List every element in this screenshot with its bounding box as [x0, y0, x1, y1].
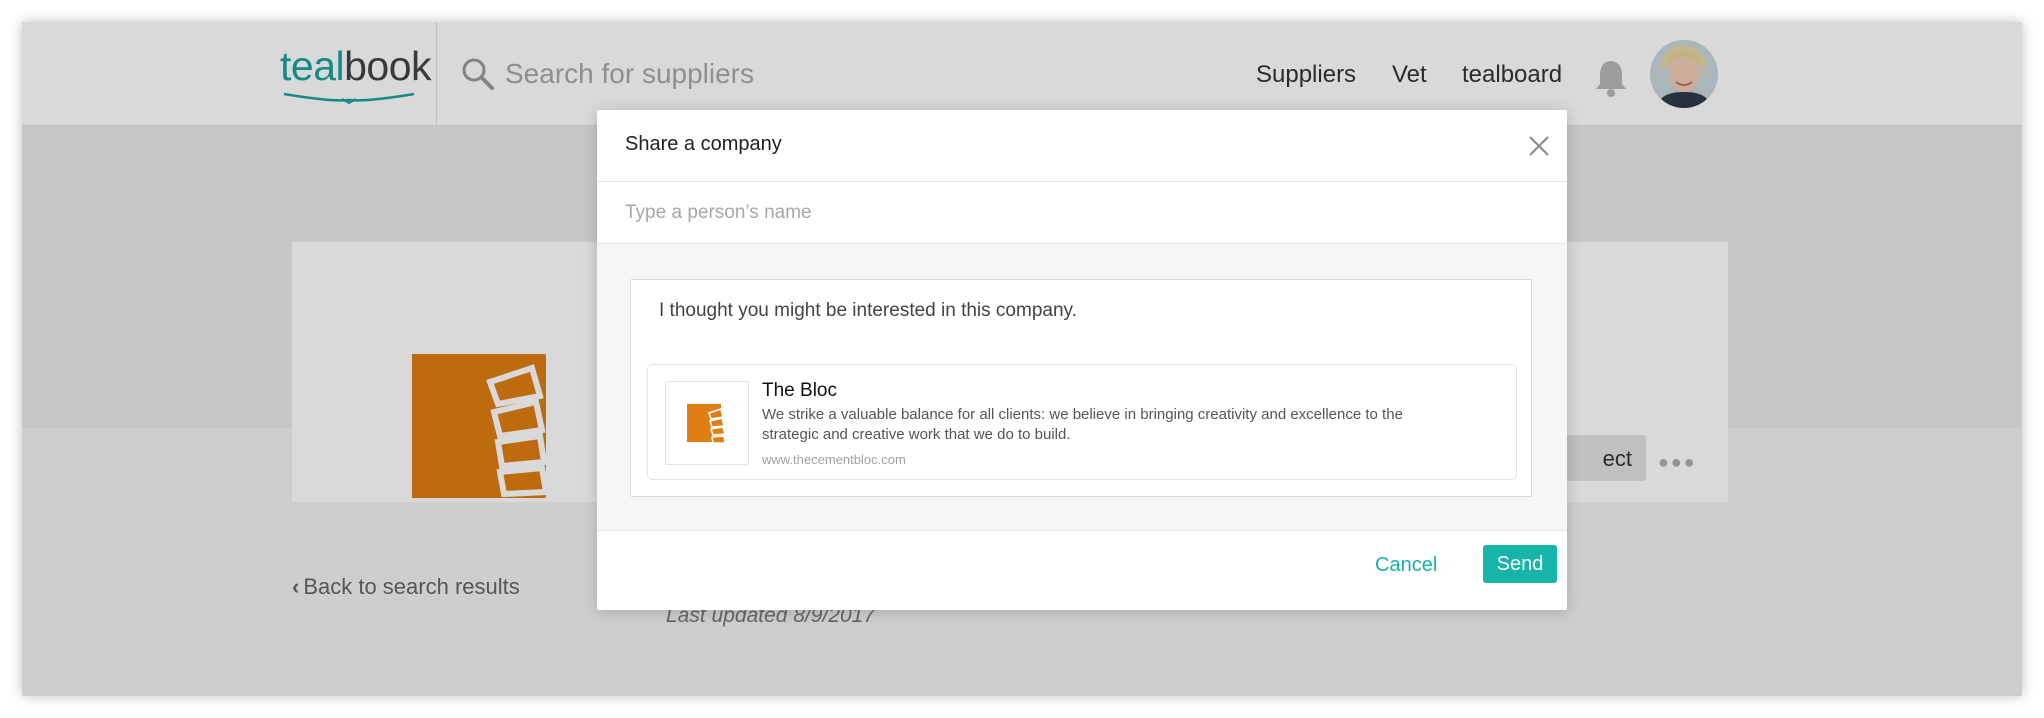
message-textarea[interactable]: I thought you might be interested in thi… — [630, 279, 1532, 497]
share-company-modal: Share a company I thought you might be i… — [597, 110, 1567, 610]
recipient-row — [597, 182, 1567, 244]
bloc-logo-icon — [687, 404, 727, 444]
close-icon[interactable] — [1527, 134, 1551, 158]
company-preview-card: The Bloc We strike a valuable balance fo… — [647, 364, 1517, 480]
company-url: www.thecementbloc.com — [762, 452, 906, 467]
send-button[interactable]: Send — [1483, 545, 1557, 583]
app-window: tealbook Suppliers Vet tealboard — [22, 22, 2022, 696]
modal-title: Share a company — [625, 133, 782, 155]
modal-body: I thought you might be interested in thi… — [597, 244, 1567, 530]
modal-header: Share a company — [597, 110, 1567, 182]
company-description: We strike a valuable balance for all cli… — [762, 406, 1403, 443]
recipient-name-input[interactable] — [625, 198, 1525, 228]
modal-footer: Cancel Send — [597, 530, 1567, 610]
message-text: I thought you might be interested in thi… — [659, 300, 1077, 321]
company-name: The Bloc — [762, 380, 837, 401]
company-logo-thumbnail — [665, 381, 749, 465]
cancel-button[interactable]: Cancel — [1375, 555, 1437, 575]
